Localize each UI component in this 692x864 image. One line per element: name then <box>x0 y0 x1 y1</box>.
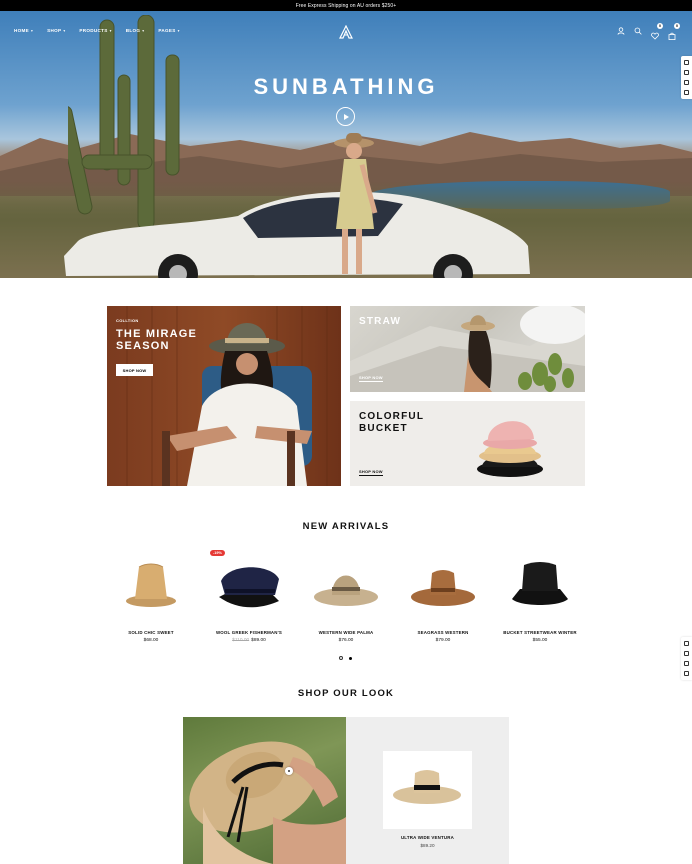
header-icons: 0 0 <box>617 23 680 40</box>
tag-icon[interactable] <box>684 60 689 65</box>
look-image <box>183 717 346 864</box>
tag-icon[interactable] <box>684 641 689 646</box>
mirage-kicker: COLLTION <box>116 318 139 323</box>
product-card[interactable]: BUCKET STREETWEAR WINTER $55.00 <box>490 553 590 643</box>
product-image[interactable] <box>101 553 201 623</box>
product-price: $76.00 <box>296 638 396 643</box>
bucket-title-line2: BUCKET <box>359 423 408 434</box>
product-name[interactable]: WOOL GREEK FISHERMAN'S <box>199 630 299 635</box>
nav-shop[interactable]: SHOP ▾ <box>47 28 65 33</box>
logo-icon[interactable] <box>339 25 353 39</box>
collection-straw[interactable]: STRAW SHOP NOW <box>350 306 585 392</box>
compare-icon[interactable] <box>684 661 689 666</box>
product-price: $68.00 <box>101 638 201 643</box>
account-icon[interactable] <box>617 27 625 35</box>
announcement-text: Free Express Shipping on AU orders $250+ <box>295 2 397 9</box>
old-price: $110.00 <box>232 638 250 643</box>
bucket-title-line1: COLORFUL <box>359 411 425 422</box>
bag-icon[interactable] <box>684 90 689 95</box>
product-price: $110.00 $89.00 <box>199 638 299 643</box>
product-price: $79.00 <box>393 638 493 643</box>
product-image[interactable] <box>490 553 590 623</box>
look-hotspot[interactable] <box>285 767 293 775</box>
product-name[interactable]: SEAGRASS WESTERN <box>393 630 493 635</box>
product-card[interactable]: SOLID CHIC SWEET $68.00 <box>101 553 201 643</box>
product-name[interactable]: BUCKET STREETWEAR WINTER <box>490 630 590 635</box>
collection-mirage[interactable]: COLLTION THE MIRAGE SEASON SHOP NOW <box>107 306 341 486</box>
product-card[interactable]: WESTERN WIDE PALMA $76.00 <box>296 553 396 643</box>
cart-button[interactable]: 0 <box>668 23 680 40</box>
chevron-down-icon: ▾ <box>177 28 180 33</box>
product-image <box>393 770 461 804</box>
current-price: $76.00 <box>338 638 354 643</box>
current-price: $89.00 <box>251 638 266 643</box>
wishlist-button[interactable]: 0 <box>651 23 663 40</box>
product-image[interactable] <box>296 553 396 623</box>
chevron-down-icon: ▾ <box>30 28 34 33</box>
heart-icon <box>651 32 659 40</box>
model-graphic <box>334 133 378 274</box>
product-price: $55.00 <box>490 638 590 643</box>
collection-bucket[interactable]: COLORFUL BUCKET SHOP NOW <box>350 401 585 486</box>
new-arrivals-title: NEW ARRIVALS <box>302 521 390 532</box>
gear-icon[interactable] <box>684 651 689 656</box>
nav-pages[interactable]: PAGES ▾ <box>158 28 179 33</box>
nav-label: PRODUCTS <box>79 28 108 33</box>
look-product-name[interactable]: ULTRA WIDE VENTURA <box>346 835 509 840</box>
bucket-shop-link[interactable]: SHOP NOW <box>359 469 383 476</box>
nav-label: SHOP <box>47 28 62 33</box>
nav-label: BLOG <box>125 28 141 33</box>
hero-title: SUNBATHING <box>253 74 439 99</box>
current-price: $68.00 <box>143 638 159 643</box>
product-name[interactable]: SOLID CHIC SWEET <box>101 630 201 635</box>
current-price: $55.00 <box>532 638 548 643</box>
chevron-down-icon: ▾ <box>142 28 145 33</box>
look-product-image[interactable] <box>383 751 472 829</box>
bag-icon[interactable] <box>684 671 689 676</box>
nav-label: HOME <box>14 28 29 33</box>
bag-icon <box>668 32 676 40</box>
product-card[interactable]: WOOL GREEK FISHERMAN'S $110.00 $89.00 <box>199 553 299 643</box>
product-image[interactable] <box>199 553 299 623</box>
look-product-price: $89.20 <box>420 843 435 848</box>
nav-label: PAGES <box>158 28 176 33</box>
gear-icon[interactable] <box>684 70 689 75</box>
shop-look-title: SHOP OUR LOOK <box>297 688 395 699</box>
nav-products[interactable]: PRODUCTS ▾ <box>79 28 111 33</box>
chevron-down-icon: ▾ <box>109 28 112 33</box>
car-graphic <box>64 191 530 278</box>
side-toolbar-top <box>681 56 692 99</box>
play-icon <box>343 113 349 120</box>
play-video-button[interactable] <box>336 107 355 126</box>
carousel-dot[interactable] <box>339 656 343 660</box>
side-toolbar-bottom <box>681 637 692 680</box>
hero-banner[interactable]: HOME ▾ SHOP ▾ PRODUCTS ▾ BLOG ▾ PAGES ▾ 0 0 S… <box>0 11 692 278</box>
cart-count-badge: 0 <box>674 23 680 29</box>
compare-icon[interactable] <box>684 80 689 85</box>
wishlist-count-badge: 0 <box>657 23 663 29</box>
nav-home[interactable]: HOME ▾ <box>14 28 33 33</box>
search-icon[interactable] <box>634 27 642 35</box>
carousel-dot-active[interactable] <box>349 656 352 660</box>
chevron-down-icon: ▾ <box>63 28 66 33</box>
carousel-dots <box>339 656 352 660</box>
main-nav: HOME ▾ SHOP ▾ PRODUCTS ▾ BLOG ▾ PAGES ▾ <box>14 28 180 33</box>
bucket-title: COLORFUL BUCKET <box>359 411 424 435</box>
mirage-title: THE MIRAGE SEASON <box>116 328 197 352</box>
straw-shop-link[interactable]: SHOP NOW <box>359 375 383 382</box>
straw-title: STRAW <box>359 316 402 327</box>
look-model-graphic <box>189 741 346 864</box>
current-price: $79.00 <box>435 638 451 643</box>
announcement-bar: Free Express Shipping on AU orders $250+ <box>0 0 692 11</box>
product-name[interactable]: WESTERN WIDE PALMA <box>296 630 396 635</box>
product-card[interactable]: SEAGRASS WESTERN $79.00 <box>393 553 493 643</box>
mirage-title-line2: SEASON <box>116 340 170 352</box>
mirage-title-line1: THE MIRAGE <box>116 328 198 340</box>
nav-blog[interactable]: BLOG ▾ <box>126 28 145 33</box>
hotspot-dot-icon <box>288 770 290 772</box>
mirage-shop-button[interactable]: SHOP NOW <box>116 364 153 376</box>
product-image[interactable] <box>393 553 493 623</box>
